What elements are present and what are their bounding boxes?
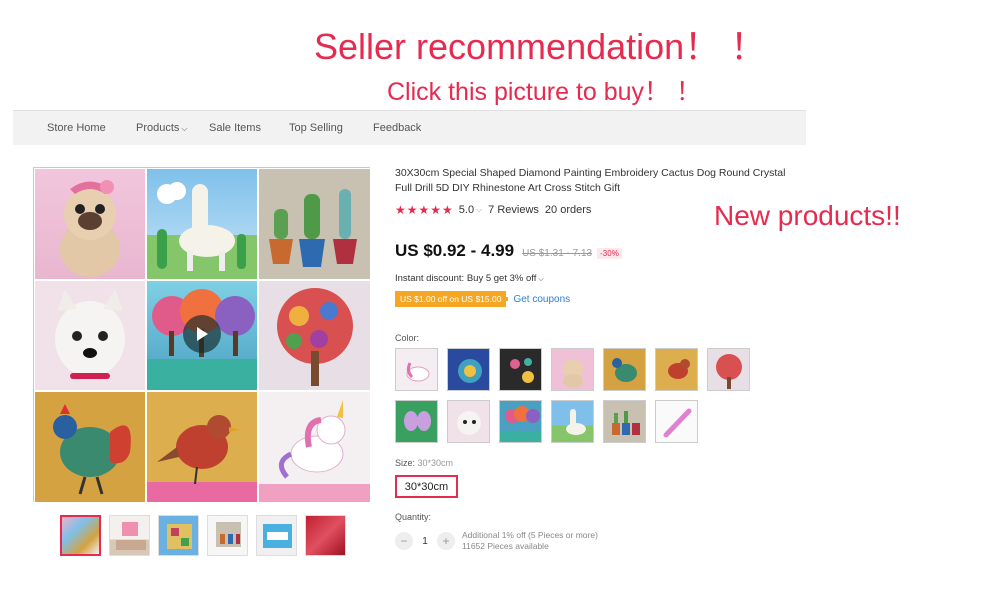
swatch-unicorn[interactable] [395, 348, 438, 391]
color-label: Color: [395, 333, 420, 343]
thumbnail-2[interactable] [109, 515, 150, 556]
swatch-dark-floral[interactable] [499, 348, 542, 391]
swatch-flower-tree[interactable] [707, 348, 750, 391]
tile-unicorn [258, 391, 371, 503]
quantity-decrease-button[interactable]: − [395, 532, 413, 550]
nav-top-selling[interactable]: Top Selling [289, 122, 343, 134]
thumbnail-3[interactable] [158, 515, 199, 556]
nav-feedback[interactable]: Feedback [373, 122, 421, 134]
swatch-pen[interactable] [655, 400, 698, 443]
quantity-stepper: − 1 + [395, 532, 455, 550]
size-label-row: Size: 30*30cm [395, 458, 453, 468]
chevron-down-icon: ⌵ [476, 205, 483, 214]
tile-westie [34, 280, 146, 391]
nav-store-home[interactable]: Store Home [47, 122, 106, 134]
coupon-row: US $1.00 off on US $15.00 Get coupons [395, 291, 570, 307]
play-icon [197, 327, 208, 341]
instant-discount[interactable]: Instant discount: Buy 5 get 3% off ⌵ [395, 273, 544, 284]
quantity-increase-button[interactable]: + [437, 532, 455, 550]
thumbnail-5[interactable] [256, 515, 297, 556]
rating-value: 5.0 [458, 204, 475, 216]
size-option-30x30[interactable]: 30*30cm [395, 475, 458, 498]
promo-subtitle: Click this picture to buy！ ！ [387, 78, 701, 106]
chevron-down-icon: ⌵ [538, 276, 544, 283]
play-video-button[interactable] [183, 315, 221, 353]
chevron-down-icon: ⌵ [181, 124, 188, 133]
size-label: Size: [395, 458, 416, 468]
swatch-robin[interactable] [655, 348, 698, 391]
thumbnail-strip [60, 515, 346, 556]
color-swatches [395, 348, 765, 443]
store-nav: Store Home Products ⌵ Sale Items Top Sell… [13, 110, 806, 145]
tile-robin [146, 391, 258, 503]
rating-row: ★★★★★ 5.0 ⌵ 7 Reviews 20 orders [395, 203, 591, 217]
quantity-additional-discount: Additional 1% off (5 Pieces or more) [462, 530, 598, 540]
quantity-available: 11652 Pieces available [462, 541, 549, 551]
quantity-info: Additional 1% off (5 Pieces or more) 116… [462, 530, 598, 552]
swatch-peacock[interactable] [447, 348, 490, 391]
quantity-label: Quantity: [395, 512, 432, 522]
swatch-cactus[interactable] [603, 400, 646, 443]
price: US $0.92 - 4.99 [395, 241, 515, 260]
tile-flower-tree [258, 280, 371, 391]
discount-badge: -30% [597, 248, 622, 259]
tile-llama [146, 168, 258, 280]
swatch-trees[interactable] [499, 400, 542, 443]
quantity-value[interactable]: 1 [413, 536, 437, 547]
nav-sale-items[interactable]: Sale Items [209, 122, 261, 134]
swatch-westie[interactable] [447, 400, 490, 443]
size-selected-value: 30*30cm [417, 458, 454, 468]
orders-count: 20 orders [544, 204, 592, 216]
coupon-badge: US $1.00 off on US $15.00 [395, 291, 509, 307]
get-coupons-link[interactable]: Get coupons [513, 294, 570, 305]
price-row: US $0.92 - 4.99 US $1.31 - 7.13 -30% [395, 241, 622, 261]
product-title: 30X30cm Special Shaped Diamond Painting … [395, 167, 786, 194]
reviews-link[interactable]: 7 Reviews [488, 204, 539, 216]
instant-discount-label: Instant discount: Buy 5 get 3% off [395, 273, 537, 284]
star-icon: ★★★★★ [395, 203, 454, 217]
swatch-llama[interactable] [551, 400, 594, 443]
promo-new-products: New products!! [714, 200, 901, 231]
nav-products-label: Products [136, 122, 180, 134]
tile-cactus [258, 168, 371, 280]
nav-products[interactable]: Products ⌵ [136, 122, 188, 134]
tile-rooster [34, 391, 146, 503]
swatch-rooster[interactable] [603, 348, 646, 391]
old-price: US $1.31 - 7.13 [522, 248, 593, 259]
thumbnail-4[interactable] [207, 515, 248, 556]
promo-title: Seller recommendation！ ！ [314, 26, 767, 67]
thumbnail-1[interactable] [60, 515, 101, 556]
swatch-pug[interactable] [551, 348, 594, 391]
thumbnail-6[interactable] [305, 515, 346, 556]
swatch-butterfly[interactable] [395, 400, 438, 443]
tile-pug [34, 168, 146, 280]
